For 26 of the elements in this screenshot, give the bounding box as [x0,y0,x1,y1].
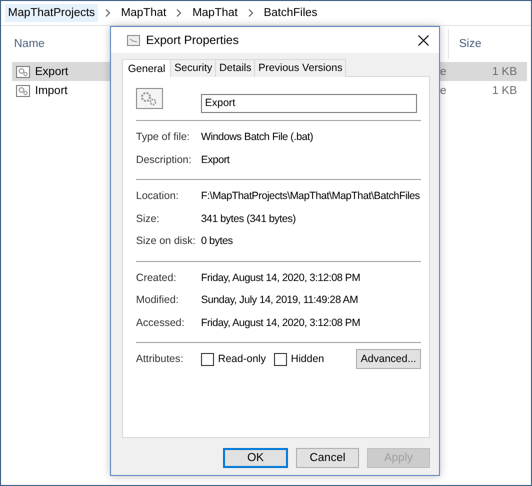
file-size: 1 KB [492,66,518,78]
property-value: Sunday, July 14, 2019, 11:49:28 AM [201,294,358,306]
property-value: Friday, August 14, 2020, 3:12:08 PM [201,272,360,284]
property-value: Export [201,154,230,166]
property-value: Windows Batch File (.bat) [201,131,314,144]
checkbox-label: Read-only [218,353,266,366]
file-type: e [440,84,446,96]
property-label: Size: [136,212,160,225]
file-type: e [440,66,446,78]
dialog-title: Export Properties [146,33,239,47]
property-label: Location: [136,190,180,202]
property-value: Friday, August 14, 2020, 3:12:08 PM [201,316,360,329]
property-label: Attributes: [136,353,184,366]
property-value: 0 bytes [201,235,233,248]
property-value: F:\MapThatProjects\MapThat\MapThat\BatchFiles [201,190,420,202]
file-name: Export [35,66,68,78]
property-label: Modified: [136,294,180,306]
property-label: Created: [136,272,178,284]
checkbox-label: Hidden [290,353,324,366]
file-name: Import [35,84,68,96]
property-label: Accessed: [136,316,186,329]
file-size: 1 KB [492,84,518,96]
property-label: Description: [136,154,192,166]
property-value: 341 bytes (341 bytes) [201,212,296,225]
property-label: Type of file: [136,131,191,144]
property-label: Size on disk: [136,235,197,248]
